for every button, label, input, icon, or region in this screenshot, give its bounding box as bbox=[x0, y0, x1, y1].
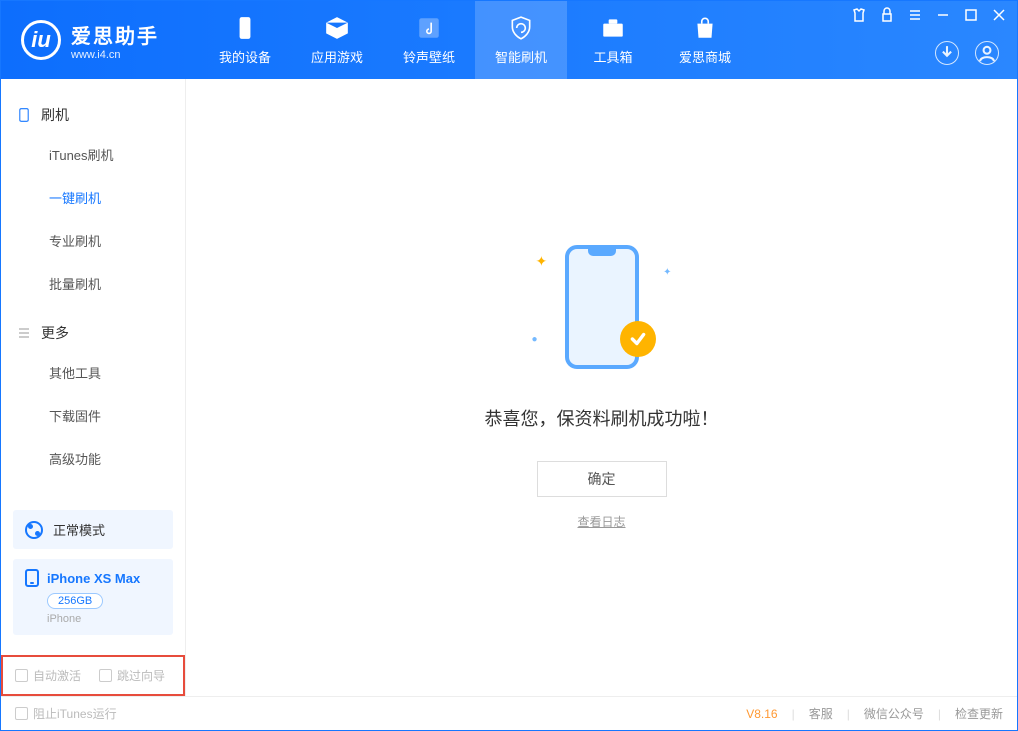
sidebar-scroll: 刷机 iTunes刷机 一键刷机 专业刷机 批量刷机 更多 其他工具 下载固件 … bbox=[1, 79, 185, 498]
checkbox-block-itunes[interactable]: 阻止iTunes运行 bbox=[15, 705, 117, 722]
section-title: 更多 bbox=[41, 323, 69, 343]
app-window: iu 爱思助手 www.i4.cn 我的设备 应用游戏 铃声壁纸 智能刷机 bbox=[0, 0, 1018, 731]
phone-outline-icon bbox=[17, 108, 31, 122]
lock-icon[interactable] bbox=[879, 7, 895, 23]
section-title: 刷机 bbox=[41, 105, 69, 125]
cb-label: 阻止iTunes运行 bbox=[33, 705, 117, 722]
maximize-button[interactable] bbox=[963, 7, 979, 23]
nav-tabs: 我的设备 应用游戏 铃声壁纸 智能刷机 工具箱 爱思商城 bbox=[199, 1, 751, 79]
device-box[interactable]: iPhone XS Max 256GB iPhone bbox=[13, 559, 173, 635]
checkbox-auto-activate[interactable]: 自动激活 bbox=[15, 667, 81, 684]
user-button[interactable] bbox=[975, 41, 999, 65]
spark-icon: ✦ bbox=[536, 253, 548, 270]
success-illustration: ✦ ✦ ● bbox=[522, 245, 682, 375]
sidebar: 刷机 iTunes刷机 一键刷机 专业刷机 批量刷机 更多 其他工具 下载固件 … bbox=[1, 79, 186, 696]
tab-ringtones-wallpapers[interactable]: 铃声壁纸 bbox=[383, 1, 475, 79]
window-controls bbox=[851, 7, 1007, 23]
body: 刷机 iTunes刷机 一键刷机 专业刷机 批量刷机 更多 其他工具 下载固件 … bbox=[1, 79, 1017, 696]
tab-label: 智能刷机 bbox=[495, 47, 547, 66]
version-label: V8.16 bbox=[746, 707, 777, 721]
checkbox-skip-guide[interactable]: 跳过向导 bbox=[99, 667, 165, 684]
app-title: 爱思助手 bbox=[71, 20, 159, 49]
app-subtitle: www.i4.cn bbox=[71, 49, 159, 61]
check-circle-icon bbox=[620, 321, 656, 357]
phone-icon bbox=[25, 569, 39, 587]
logo-icon: iu bbox=[21, 20, 61, 60]
footer-link-update[interactable]: 检查更新 bbox=[955, 705, 1003, 722]
checkbox-icon bbox=[99, 669, 112, 682]
bag-icon bbox=[692, 15, 718, 41]
tab-apps-games[interactable]: 应用游戏 bbox=[291, 1, 383, 79]
cb-label: 跳过向导 bbox=[117, 667, 165, 684]
tab-store[interactable]: 爱思商城 bbox=[659, 1, 751, 79]
cb-label: 自动激活 bbox=[33, 667, 81, 684]
device-type: iPhone bbox=[47, 613, 161, 625]
sidebar-item-oneclick-flash[interactable]: 一键刷机 bbox=[1, 176, 185, 219]
minimize-button[interactable] bbox=[935, 7, 951, 23]
footer-link-support[interactable]: 客服 bbox=[809, 705, 833, 722]
device-storage: 256GB bbox=[47, 593, 103, 609]
sidebar-item-itunes-flash[interactable]: iTunes刷机 bbox=[1, 133, 185, 176]
mode-box[interactable]: 正常模式 bbox=[13, 510, 173, 549]
tab-smart-flash[interactable]: 智能刷机 bbox=[475, 1, 567, 79]
list-icon bbox=[17, 326, 31, 340]
toolbox-icon bbox=[600, 15, 626, 41]
footer-bar: 阻止iTunes运行 V8.16 | 客服 | 微信公众号 | 检查更新 bbox=[1, 696, 1017, 730]
device-name: iPhone XS Max bbox=[47, 571, 140, 586]
tab-label: 爱思商城 bbox=[679, 47, 731, 66]
footer-left: 阻止iTunes运行 bbox=[15, 705, 117, 722]
view-log-link[interactable]: 查看日志 bbox=[577, 513, 625, 530]
download-button[interactable] bbox=[935, 41, 959, 65]
device-panel: 正常模式 iPhone XS Max 256GB iPhone bbox=[1, 498, 185, 647]
sidebar-item-pro-flash[interactable]: 专业刷机 bbox=[1, 219, 185, 262]
sidebar-section-more: 更多 bbox=[1, 315, 185, 351]
sidebar-item-other-tools[interactable]: 其他工具 bbox=[1, 351, 185, 394]
spark-icon: ● bbox=[532, 334, 538, 345]
mode-label: 正常模式 bbox=[53, 520, 105, 539]
cube-icon bbox=[324, 15, 350, 41]
close-button[interactable] bbox=[991, 7, 1007, 23]
shirt-icon[interactable] bbox=[851, 7, 867, 23]
checkbox-icon bbox=[15, 669, 28, 682]
tab-label: 工具箱 bbox=[593, 47, 632, 66]
tab-label: 我的设备 bbox=[219, 47, 271, 66]
sidebar-item-download-firmware[interactable]: 下载固件 bbox=[1, 394, 185, 437]
main-content: ✦ ✦ ● 恭喜您，保资料刷机成功啦！ 确定 查看日志 bbox=[186, 79, 1017, 696]
sidebar-section-flash: 刷机 bbox=[1, 97, 185, 133]
header-actions bbox=[935, 41, 999, 65]
mode-icon bbox=[25, 521, 43, 539]
ok-button[interactable]: 确定 bbox=[537, 461, 667, 497]
spark-icon: ✦ bbox=[663, 267, 671, 278]
tab-my-device[interactable]: 我的设备 bbox=[199, 1, 291, 79]
header-bar: iu 爱思助手 www.i4.cn 我的设备 应用游戏 铃声壁纸 智能刷机 bbox=[1, 1, 1017, 79]
sidebar-item-advanced[interactable]: 高级功能 bbox=[1, 437, 185, 480]
music-note-icon bbox=[416, 15, 442, 41]
tab-toolbox[interactable]: 工具箱 bbox=[567, 1, 659, 79]
logo-area[interactable]: iu 爱思助手 www.i4.cn bbox=[1, 20, 179, 61]
device-icon bbox=[232, 15, 258, 41]
refresh-shield-icon bbox=[508, 15, 534, 41]
footer-right: V8.16 | 客服 | 微信公众号 | 检查更新 bbox=[746, 705, 1003, 722]
success-title: 恭喜您，保资料刷机成功啦！ bbox=[485, 405, 719, 431]
tab-label: 应用游戏 bbox=[311, 47, 363, 66]
highlighted-checkbox-row: 自动激活 跳过向导 bbox=[1, 655, 185, 696]
menu-icon[interactable] bbox=[907, 7, 923, 23]
footer-link-wechat[interactable]: 微信公众号 bbox=[864, 705, 924, 722]
sidebar-item-batch-flash[interactable]: 批量刷机 bbox=[1, 262, 185, 305]
checkbox-icon bbox=[15, 707, 28, 720]
tab-label: 铃声壁纸 bbox=[403, 47, 455, 66]
